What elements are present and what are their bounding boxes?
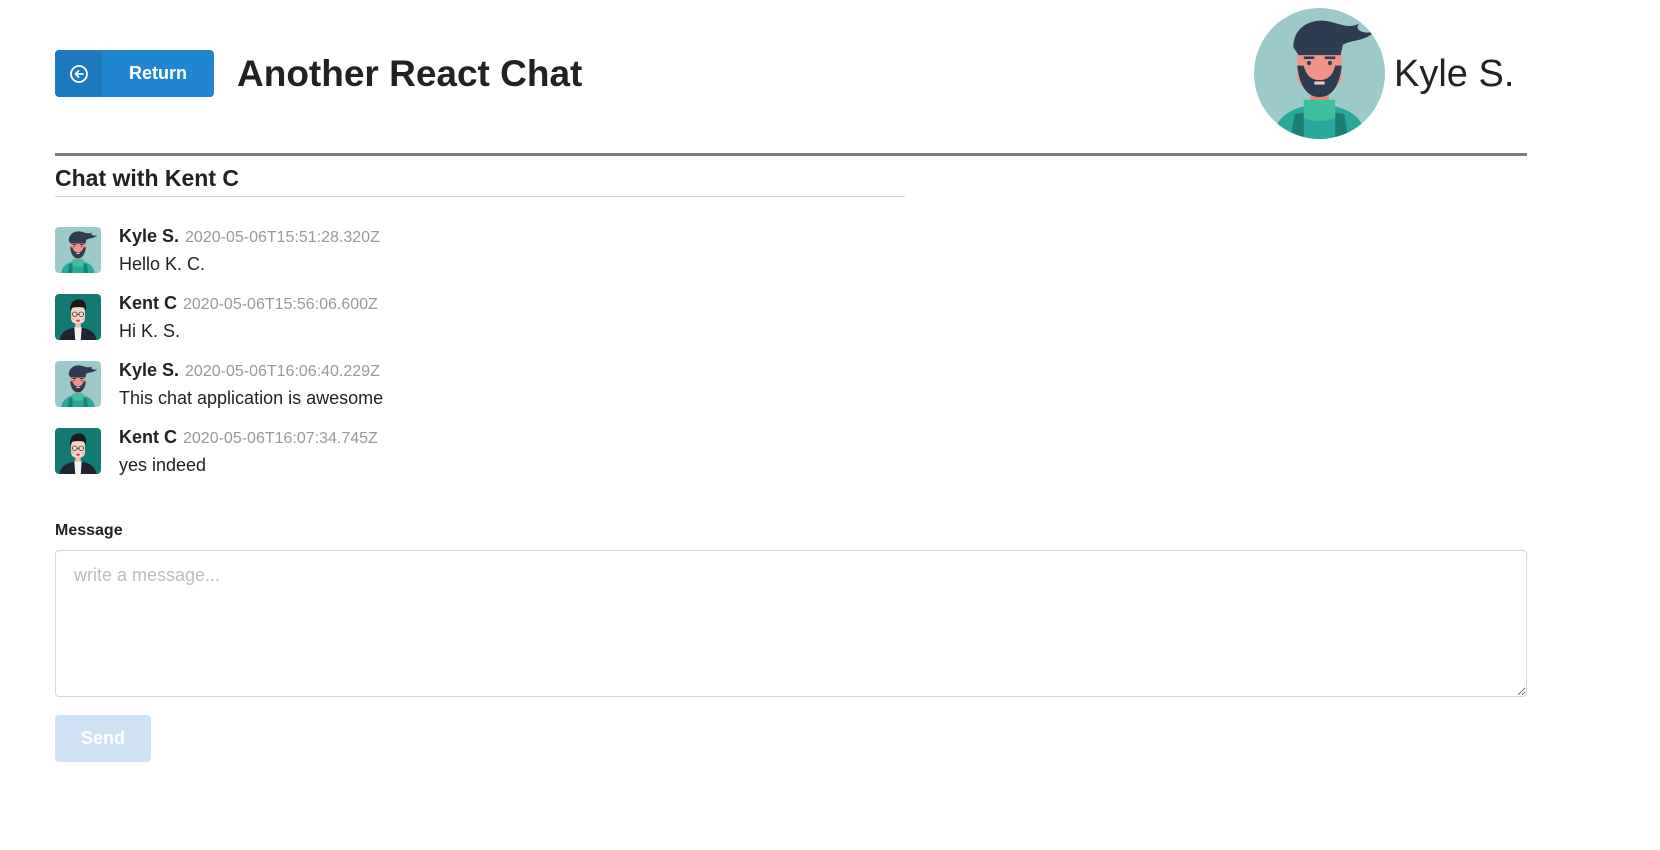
message-avatar[interactable] xyxy=(55,428,101,474)
message-text: Hi K. S. xyxy=(119,321,181,341)
message-item: Kent C 2020-05-06T16:07:34.745Z yes indee… xyxy=(55,427,855,494)
return-button[interactable]: Return xyxy=(55,50,214,97)
message-avatar[interactable] xyxy=(55,294,101,340)
return-button-label: Return xyxy=(129,63,187,83)
header-divider xyxy=(55,153,1527,156)
message-author[interactable]: Kyle S. xyxy=(119,226,179,246)
message-timestamp: 2020-05-06T16:07:34.745Z xyxy=(183,430,378,447)
arrow-left-circle-icon xyxy=(55,50,102,97)
avatar-kyle-icon xyxy=(55,361,101,407)
avatar-kent-icon xyxy=(55,294,101,340)
message-field-label: Message xyxy=(55,522,123,539)
message-author[interactable]: Kyle S. xyxy=(119,360,179,380)
message-text: yes indeed xyxy=(119,455,207,475)
page-title: Another React Chat xyxy=(237,53,583,94)
message-item: Kyle S. 2020-05-06T15:51:28.320Z Hello K.… xyxy=(55,226,855,293)
avatar[interactable] xyxy=(1254,8,1385,139)
message-item: Kyle S. 2020-05-06T16:06:40.229Z This cha… xyxy=(55,360,855,427)
chat-heading: Chat with Kent C xyxy=(55,165,239,191)
chat-heading-divider xyxy=(55,196,905,197)
message-input[interactable] xyxy=(55,550,1527,697)
message-text: Hello K. C. xyxy=(119,254,206,274)
message-avatar[interactable] xyxy=(55,227,101,273)
message-item: Kent C 2020-05-06T15:56:06.600Z Hi K. S. xyxy=(55,293,855,360)
message-timestamp: 2020-05-06T16:06:40.229Z xyxy=(185,363,380,380)
avatar-kyle-icon xyxy=(55,227,101,273)
message-author[interactable]: Kent C xyxy=(119,427,177,447)
send-button[interactable]: Send xyxy=(55,715,151,762)
message-timestamp: 2020-05-06T15:51:28.320Z xyxy=(185,229,380,246)
current-user-name: Kyle S. xyxy=(1394,53,1515,95)
message-author[interactable]: Kent C xyxy=(119,293,177,313)
message-avatar[interactable] xyxy=(55,361,101,407)
message-timestamp: 2020-05-06T15:56:06.600Z xyxy=(183,296,378,313)
avatar-kent-icon xyxy=(55,428,101,474)
message-list: Kyle S. 2020-05-06T15:51:28.320Z Hello K.… xyxy=(55,226,855,494)
avatar-kyle-icon xyxy=(1254,8,1385,139)
message-text: This chat application is awesome xyxy=(119,388,384,408)
